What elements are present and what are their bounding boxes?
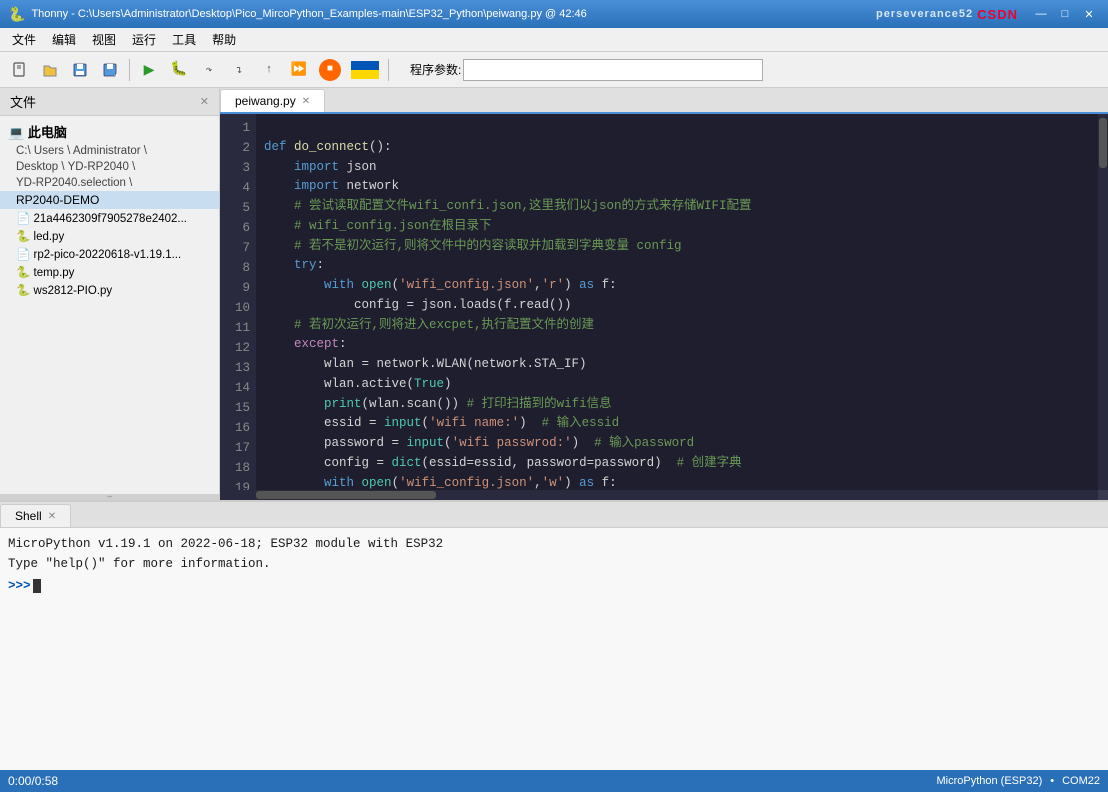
editor-tabs: peiwang.py ✕	[220, 88, 1108, 114]
tree-file-led[interactable]: 🐍 led.py	[0, 227, 219, 245]
hscroll-thumb[interactable]	[256, 491, 436, 499]
params-label: 程序参数:	[410, 61, 461, 78]
left-panel: 文件 ✕ 💻 此电脑 C:\ Users \ Administrator \ D…	[0, 88, 220, 500]
file-icon-1: 📄	[16, 213, 34, 225]
open-button[interactable]	[36, 56, 64, 84]
tree-file-temp[interactable]: 🐍 temp.py	[0, 263, 219, 281]
toolbar-sep-1	[129, 59, 130, 81]
stop-button[interactable]: ■	[319, 59, 341, 81]
line-numbers: 1 2 3 4 5 6 7 8 9 10 11 12 13 14 15 16 1	[220, 114, 256, 490]
files-tab: 文件 ✕	[0, 88, 219, 116]
code-content[interactable]: def do_connect(): import json import net…	[256, 114, 1098, 490]
tree-file-1[interactable]: 📄 21a4462309f7905278e2402...	[0, 209, 219, 227]
shell-tab-close[interactable]: ✕	[48, 511, 56, 522]
titlebar: 🐍 Thonny - C:\Users\Administrator\Deskto…	[0, 0, 1108, 28]
file-tree: 💻 此电脑 C:\ Users \ Administrator \ Deskto…	[0, 116, 219, 494]
editor-tab-close[interactable]: ✕	[302, 96, 310, 107]
vertical-scrollbar[interactable]	[1098, 114, 1108, 490]
shell-prompt: >>>	[8, 576, 31, 596]
file-icon-ws: 🐍	[16, 285, 34, 297]
status-separator: •	[1050, 775, 1054, 787]
menu-file[interactable]: 文件	[4, 29, 44, 50]
tree-path-3: YD-RP2040.selection \	[0, 175, 219, 191]
tree-path-2: Desktop \ YD-RP2040 \	[0, 159, 219, 175]
shell-line-2: Type "help()" for more information.	[8, 554, 1100, 574]
tree-path-1: C:\ Users \ Administrator \	[0, 143, 219, 159]
status-interpreter: MicroPython (ESP32)	[936, 775, 1042, 787]
debug-button[interactable]: 🐛	[165, 56, 193, 84]
step-into-button[interactable]: ↴	[225, 56, 253, 84]
menu-help[interactable]: 帮助	[204, 29, 244, 50]
step-over-button[interactable]: ↷	[195, 56, 223, 84]
status-right: MicroPython (ESP32) • COM22	[936, 775, 1100, 787]
ukraine-flag-icon	[351, 61, 379, 79]
new-button[interactable]	[6, 56, 34, 84]
tree-file-rp2[interactable]: 📄 rp2-pico-20220618-v1.19.1...	[0, 245, 219, 263]
menu-edit[interactable]: 编辑	[44, 29, 84, 50]
right-panel: peiwang.py ✕ 1 2 3 4 5 6 7 8 9 10	[220, 88, 1108, 500]
computer-icon: 💻	[8, 125, 28, 140]
files-tab-close[interactable]: ✕	[200, 95, 209, 108]
file-icon-rp2: 📄	[16, 249, 34, 261]
menu-tools[interactable]: 工具	[164, 29, 204, 50]
menu-view[interactable]: 视图	[84, 29, 124, 50]
params-input[interactable]	[463, 59, 763, 81]
toolbar-sep-2	[388, 59, 389, 81]
shell-content[interactable]: MicroPython v1.19.1 on 2022-06-18; ESP32…	[0, 528, 1108, 770]
step-out-button[interactable]: ↑	[255, 56, 283, 84]
editor-tab-label: peiwang.py	[235, 94, 296, 108]
minimize-button[interactable]: —	[1030, 5, 1052, 23]
tree-file-ws[interactable]: 🐍 ws2812-PIO.py	[0, 281, 219, 299]
svg-text:+: +	[114, 72, 118, 78]
tree-path-4[interactable]: RP2040-DEMO	[0, 191, 219, 209]
scroll-thumb[interactable]	[1099, 118, 1107, 168]
shell-panel: Shell ✕ MicroPython v1.19.1 on 2022-06-1…	[0, 500, 1108, 770]
statusbar: 0:00/0:58 MicroPython (ESP32) • COM22	[0, 770, 1108, 792]
shell-tab-label: Shell	[15, 509, 42, 523]
file-icon-led: 🐍	[16, 231, 34, 243]
shell-line-1: MicroPython v1.19.1 on 2022-06-18; ESP32…	[8, 534, 1100, 554]
saveas-button[interactable]: +	[96, 56, 124, 84]
main-layout: 文件 ✕ 💻 此电脑 C:\ Users \ Administrator \ D…	[0, 88, 1108, 770]
run-button[interactable]: ▶	[135, 56, 163, 84]
horizontal-scrollbar[interactable]	[220, 490, 1108, 500]
status-left: 0:00/0:58	[8, 774, 58, 788]
menubar: 文件 编辑 视图 运行 工具 帮助	[0, 28, 1108, 52]
close-button[interactable]: ✕	[1078, 5, 1100, 23]
files-tab-label: 文件	[10, 92, 36, 111]
shell-cursor	[33, 579, 41, 593]
shell-tab[interactable]: Shell ✕	[0, 504, 71, 527]
file-icon-temp: 🐍	[16, 267, 34, 279]
csdn-logo: perseverance52 CSDN	[876, 7, 1018, 22]
maximize-button[interactable]: □	[1054, 5, 1076, 23]
tree-computer[interactable]: 💻 此电脑	[0, 120, 219, 143]
app-icon: 🐍	[8, 6, 25, 23]
status-port: COM22	[1062, 775, 1100, 787]
status-time: 0:00/0:58	[8, 774, 58, 788]
save-button[interactable]	[66, 56, 94, 84]
title-text: Thonny - C:\Users\Administrator\Desktop\…	[31, 8, 876, 20]
editor-tab-peiwang[interactable]: peiwang.py ✕	[220, 89, 325, 112]
resume-button[interactable]: ⏩	[285, 56, 313, 84]
menu-run[interactable]: 运行	[124, 29, 164, 50]
shell-prompt-line[interactable]: >>>	[8, 576, 1100, 596]
shell-tabs: Shell ✕	[0, 502, 1108, 528]
window-controls[interactable]: — □ ✕	[1030, 5, 1100, 23]
code-editor[interactable]: 1 2 3 4 5 6 7 8 9 10 11 12 13 14 15 16 1	[220, 114, 1108, 490]
toolbar: + ▶ 🐛 ↷ ↴ ↑ ⏩ ■ 程序参数:	[0, 52, 1108, 88]
